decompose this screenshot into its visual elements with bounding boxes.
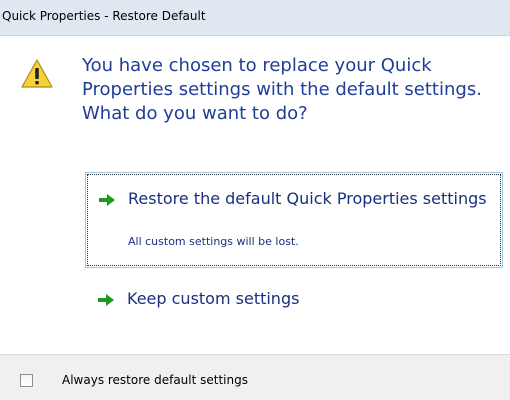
main-instruction: You have chosen to replace your Quick Pr… [82,55,482,124]
restore-default-button[interactable]: Restore the default Quick Properties set… [85,172,503,268]
green-arrow-icon [99,194,115,206]
green-arrow-icon [98,294,114,306]
keep-custom-label: Keep custom settings [127,289,300,308]
dialog-window: Quick Properties - Restore Default You h… [0,0,510,400]
warning-icon [21,59,53,88]
restore-default-label: Restore the default Quick Properties set… [128,189,487,208]
dialog-content: You have chosen to replace your Quick Pr… [0,36,510,354]
restore-default-note: All custom settings will be lost. [128,235,299,248]
title-bar[interactable]: Quick Properties - Restore Default [0,0,510,36]
keep-custom-button[interactable]: Keep custom settings [85,280,503,318]
always-restore-checkbox[interactable] [20,374,33,387]
always-restore-label[interactable]: Always restore default settings [62,373,248,387]
dialog-footer: Always restore default settings [0,354,510,400]
window-title: Quick Properties - Restore Default [2,9,206,23]
